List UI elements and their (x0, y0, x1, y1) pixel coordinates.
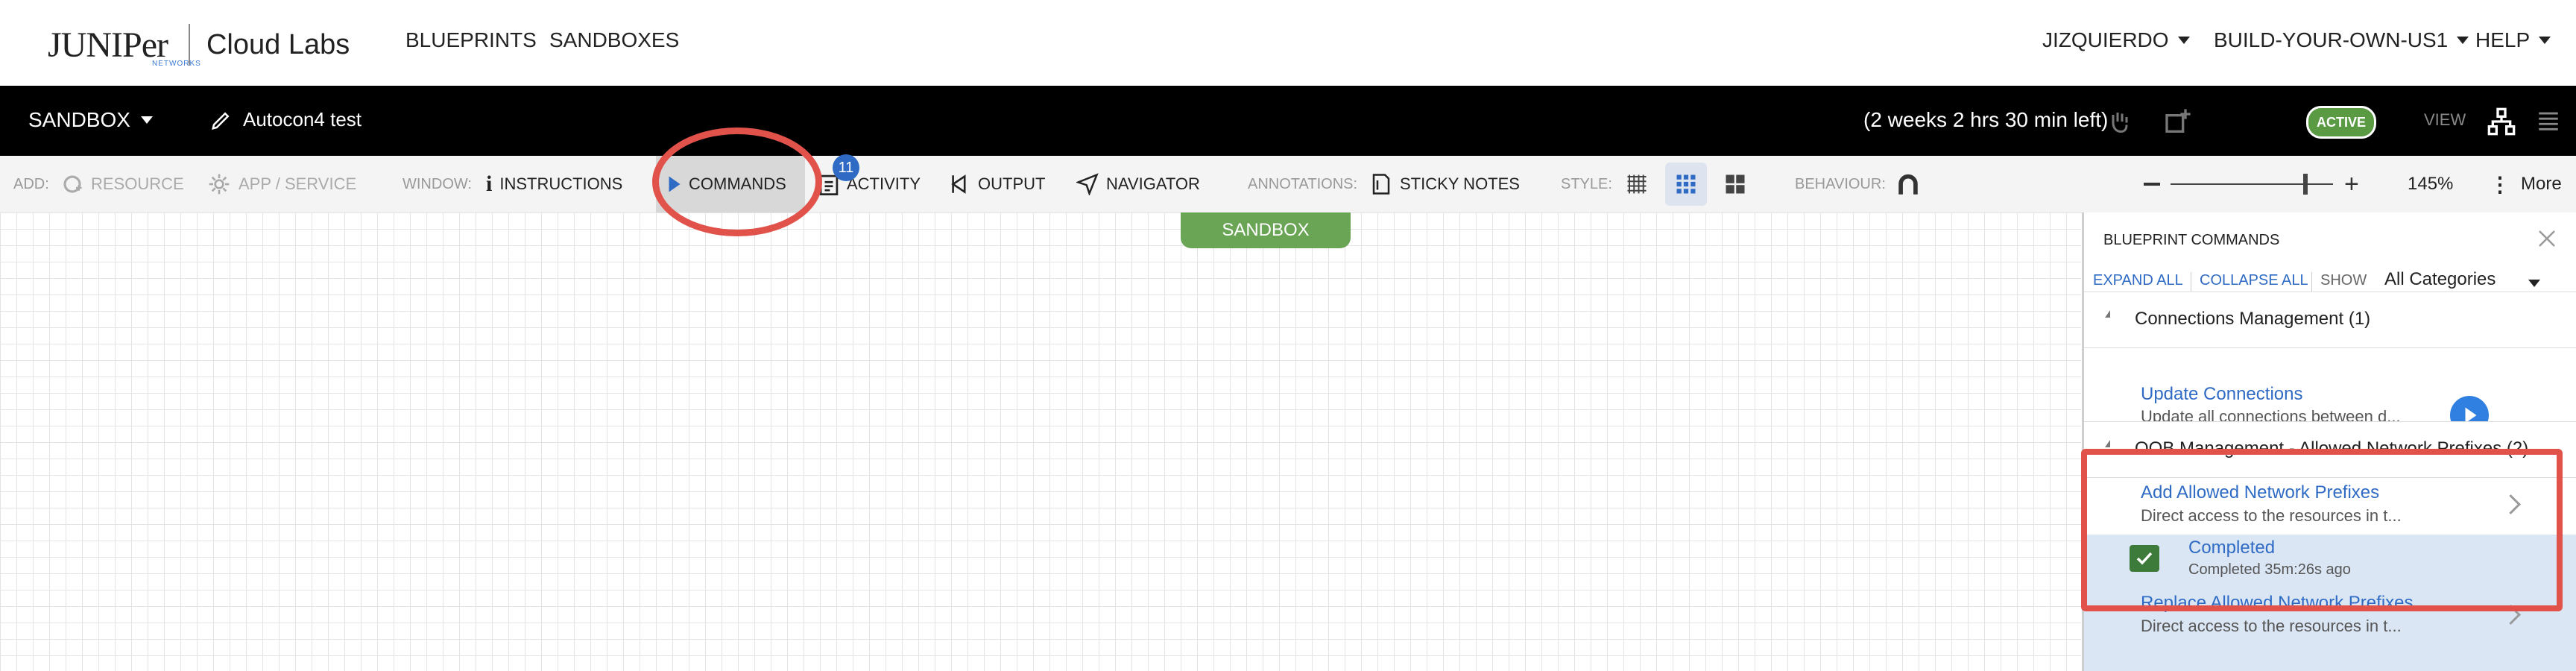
zoom-out-button[interactable] (2144, 183, 2160, 186)
navigator-button[interactable]: NAVIGATOR (1076, 156, 1200, 212)
sandbox-dropdown[interactable]: SANDBOX (28, 108, 153, 132)
sandbox-canvas-tab[interactable]: SANDBOX (1181, 212, 1351, 248)
add-label: ADD: (13, 175, 49, 192)
add-resource-button[interactable]: RESOURCE (61, 156, 184, 212)
gear-icon (209, 174, 230, 195)
collapse-triangle-icon (2105, 440, 2110, 447)
hand-icon[interactable] (2106, 107, 2133, 136)
zoom-level: 145% (2408, 174, 2454, 194)
zoom-slider[interactable] (2171, 183, 2333, 185)
output-button[interactable]: OUTPUT (951, 156, 1045, 212)
collapse-triangle-icon (2105, 310, 2110, 318)
help-menu[interactable]: HELP (2475, 28, 2551, 52)
highlight-rectangle (2081, 449, 2563, 611)
small-grid-icon (1627, 174, 1647, 194)
command-name[interactable]: Update Connections (2141, 384, 2302, 405)
kebab-icon: ⋮ (2490, 172, 2510, 196)
extend-time-icon[interactable] (2163, 107, 2193, 136)
blueprint-canvas[interactable] (0, 212, 2081, 671)
list-view-icon[interactable] (2536, 108, 2561, 133)
style-label: STYLE: (1561, 175, 1612, 192)
command-item[interactable]: Update Connections Update all connection… (2084, 347, 2576, 430)
top-nav: JUNIPer NETWORKS Cloud Labs BLUEPRINTS S… (0, 0, 2576, 86)
divider (2311, 272, 2312, 292)
sandbox-bar: SANDBOX Autocon4 test (2 weeks 2 hrs 30 … (0, 86, 2576, 156)
domain-name: BUILD-YOUR-OWN-US1 (2214, 28, 2449, 51)
user-menu[interactable]: JIZQUIERDO (2042, 28, 2190, 52)
group-header[interactable]: Connections Management (1) (2084, 292, 2576, 348)
more-label: More (2521, 174, 2562, 194)
group-title: Connections Management (1) (2135, 309, 2371, 329)
logo-text: JUNIPer (48, 25, 168, 65)
expand-all-link[interactable]: EXPAND ALL (2093, 272, 2183, 289)
activity-label: ACTIVITY (847, 174, 921, 193)
info-icon: i (486, 171, 493, 196)
sticky-notes-button[interactable]: STICKY NOTES (1370, 156, 1520, 212)
more-menu[interactable]: ⋮ More (2490, 156, 2562, 212)
show-label: SHOW (2320, 272, 2367, 289)
instructions-label: INSTRUCTIONS (499, 174, 623, 193)
output-label: OUTPUT (978, 174, 1046, 193)
logo-sub: NETWORKS (152, 60, 201, 68)
chevron-down-icon (2539, 37, 2551, 44)
highlight-ellipse (652, 127, 822, 236)
sandbox-name-edit[interactable]: Autocon4 test (210, 108, 362, 131)
diagram-view-icon[interactable] (2487, 107, 2516, 136)
category-value: All Categories (2384, 269, 2496, 289)
annotations-label: ANNOTATIONS: (1248, 175, 1358, 192)
medium-grid-icon (1676, 174, 1696, 194)
domain-menu[interactable]: BUILD-YOUR-OWN-US1 (2214, 28, 2469, 52)
juniper-logo[interactable]: JUNIPer NETWORKS Cloud Labs (48, 22, 350, 68)
behaviour-label: BEHAVIOUR: (1795, 175, 1886, 192)
category-select[interactable]: All Categories (2384, 269, 2496, 290)
toolbar: ADD: RESOURCE APP / SERVICE WINDOW: i IN… (0, 156, 2576, 213)
style-medium-grid-button[interactable] (1665, 163, 1707, 206)
collapse-all-link[interactable]: COLLAPSE ALL (2200, 272, 2308, 289)
user-name: JIZQUIERDO (2042, 28, 2169, 51)
chevron-down-icon (140, 116, 153, 124)
add-app-service-button[interactable]: APP / SERVICE (207, 156, 356, 212)
sticky-notes-label: STICKY NOTES (1400, 174, 1520, 193)
style-small-grid-button[interactable] (1616, 163, 1658, 206)
sandbox-label: SANDBOX (28, 108, 130, 131)
zoom-in-button[interactable]: + (2344, 171, 2359, 197)
activity-count-badge: 11 (833, 154, 859, 181)
view-label: VIEW (2424, 110, 2466, 129)
navigator-icon (1076, 173, 1099, 195)
chevron-down-icon (2528, 280, 2540, 287)
command-description: Direct access to the resources in t... (2141, 617, 2402, 635)
style-large-grid-button[interactable] (1714, 163, 1756, 206)
magnet-icon[interactable] (1895, 172, 1921, 198)
app-service-label: APP / SERVICE (239, 174, 357, 193)
help-label: HELP (2475, 28, 2531, 51)
time-remaining: (2 weeks 2 hrs 30 min left) (1863, 108, 2109, 131)
window-label: WINDOW: (402, 175, 472, 192)
large-grid-icon (1726, 174, 1745, 194)
close-icon[interactable] (2536, 227, 2558, 250)
status-badge: ACTIVE (2306, 106, 2376, 139)
zoom-slider-handle[interactable] (2303, 174, 2308, 195)
navigator-label: NAVIGATOR (1106, 174, 1200, 193)
product-name: Cloud Labs (206, 28, 350, 60)
nav-sandboxes[interactable]: SANDBOXES (549, 28, 679, 52)
pencil-icon (212, 111, 230, 130)
chevron-down-icon (2177, 37, 2190, 44)
panel-title: BLUEPRINT COMMANDS (2103, 232, 2280, 248)
output-icon (951, 174, 966, 194)
resource-label: RESOURCE (91, 174, 184, 193)
sticky-note-icon (1372, 174, 1390, 195)
instructions-button[interactable]: i INSTRUCTIONS (486, 156, 622, 212)
nav-blueprints[interactable]: BLUEPRINTS (405, 28, 537, 52)
chevron-down-icon (2457, 37, 2469, 44)
add-resource-icon (63, 175, 82, 193)
sandbox-name: Autocon4 test (243, 108, 362, 130)
